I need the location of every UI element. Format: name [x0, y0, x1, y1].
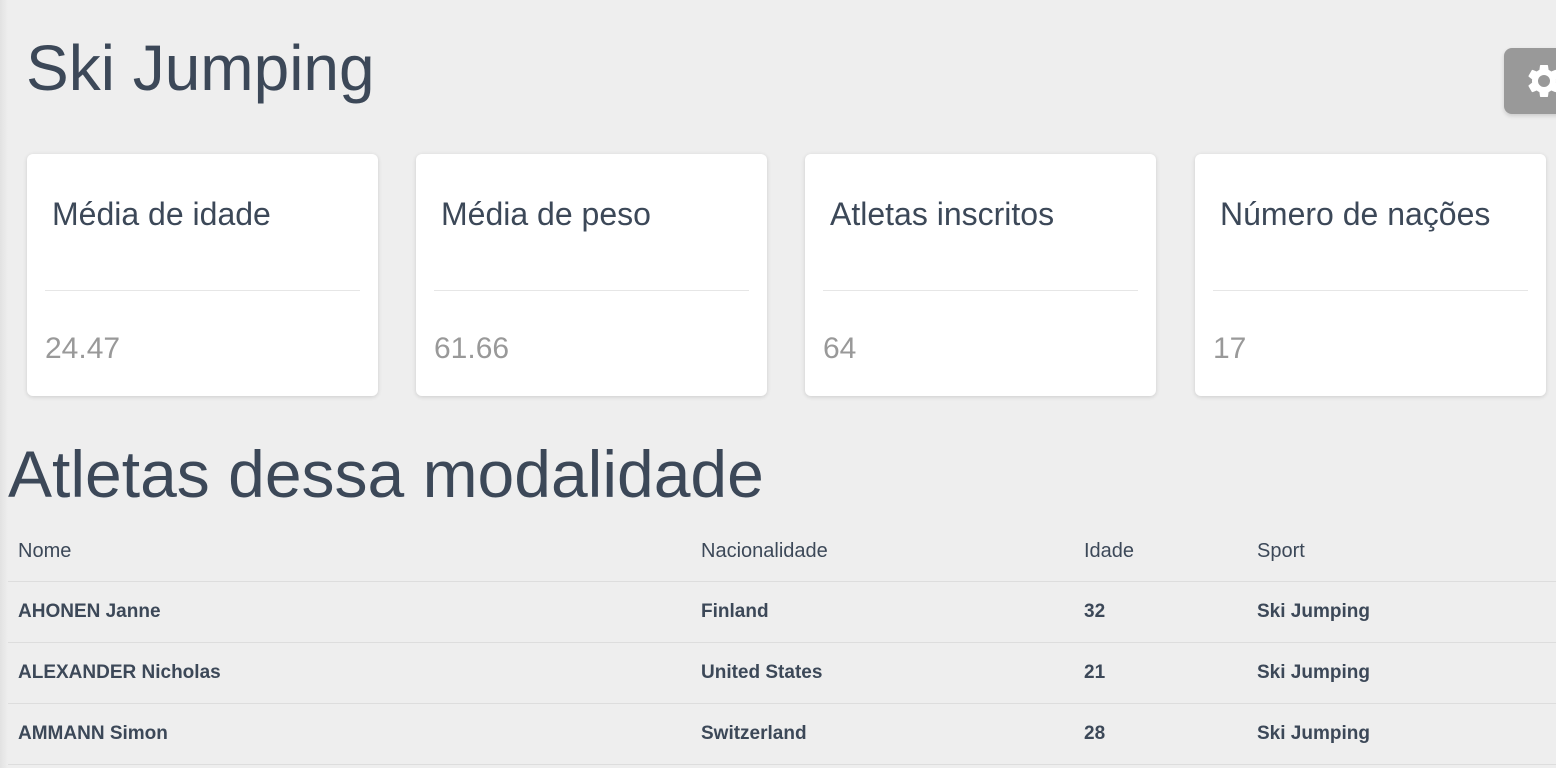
- cell-name: AHONEN Janne: [8, 581, 691, 643]
- cell-age: 21: [1074, 642, 1247, 704]
- column-header-nationality: Nacionalidade: [691, 521, 1074, 582]
- card-divider: [434, 290, 749, 291]
- column-header-name: Nome: [8, 521, 691, 582]
- table-row: AMMANN Simon Switzerland 28 Ski Jumping: [8, 703, 1556, 765]
- card-divider: [1213, 290, 1528, 291]
- settings-button[interactable]: [1504, 48, 1556, 114]
- gear-icon: [1528, 64, 1556, 97]
- stat-card-label: Média de peso: [441, 196, 651, 232]
- stat-card-registered-athletes: Atletas inscritos 64: [805, 154, 1156, 396]
- stat-card-label: Número de nações: [1220, 196, 1491, 232]
- column-header-sport: Sport: [1247, 521, 1556, 582]
- cell-nationality: Finland: [691, 581, 1074, 643]
- cell-nationality: United States: [691, 642, 1074, 704]
- stat-card-value: 64: [823, 332, 857, 365]
- stat-card-value: 61.66: [434, 332, 510, 365]
- athletes-table: Nome Nacionalidade Idade Sport AHONEN Ja…: [8, 521, 1556, 765]
- cell-sport: Ski Jumping: [1247, 703, 1556, 765]
- cell-name: AMMANN Simon: [8, 703, 691, 765]
- stat-card-average-age: Média de idade 24.47: [27, 154, 378, 396]
- cell-sport: Ski Jumping: [1247, 581, 1556, 643]
- athletes-section-title: Atletas dessa modalidade: [8, 437, 764, 511]
- cell-nationality: Switzerland: [691, 703, 1074, 765]
- column-header-age: Idade: [1074, 521, 1247, 582]
- stat-card-average-weight: Média de peso 61.66: [416, 154, 767, 396]
- stat-card-value: 17: [1213, 332, 1247, 365]
- table-row: ALEXANDER Nicholas United States 21 Ski …: [8, 642, 1556, 704]
- stat-card-label: Média de idade: [52, 196, 271, 232]
- stat-card-nations: Número de nações 17: [1195, 154, 1546, 396]
- table-header-row: Nome Nacionalidade Idade Sport: [8, 521, 1556, 582]
- page-title: Ski Jumping: [26, 32, 375, 104]
- cell-name: ALEXANDER Nicholas: [8, 642, 691, 704]
- cell-age: 28: [1074, 703, 1247, 765]
- cell-sport: Ski Jumping: [1247, 642, 1556, 704]
- page-left-edge: [0, 0, 8, 768]
- card-divider: [45, 290, 360, 291]
- cell-age: 32: [1074, 581, 1247, 643]
- stat-card-value: 24.47: [45, 332, 121, 365]
- stat-card-label: Atletas inscritos: [830, 196, 1055, 232]
- card-divider: [823, 290, 1138, 291]
- table-row: AHONEN Janne Finland 32 Ski Jumping: [8, 581, 1556, 643]
